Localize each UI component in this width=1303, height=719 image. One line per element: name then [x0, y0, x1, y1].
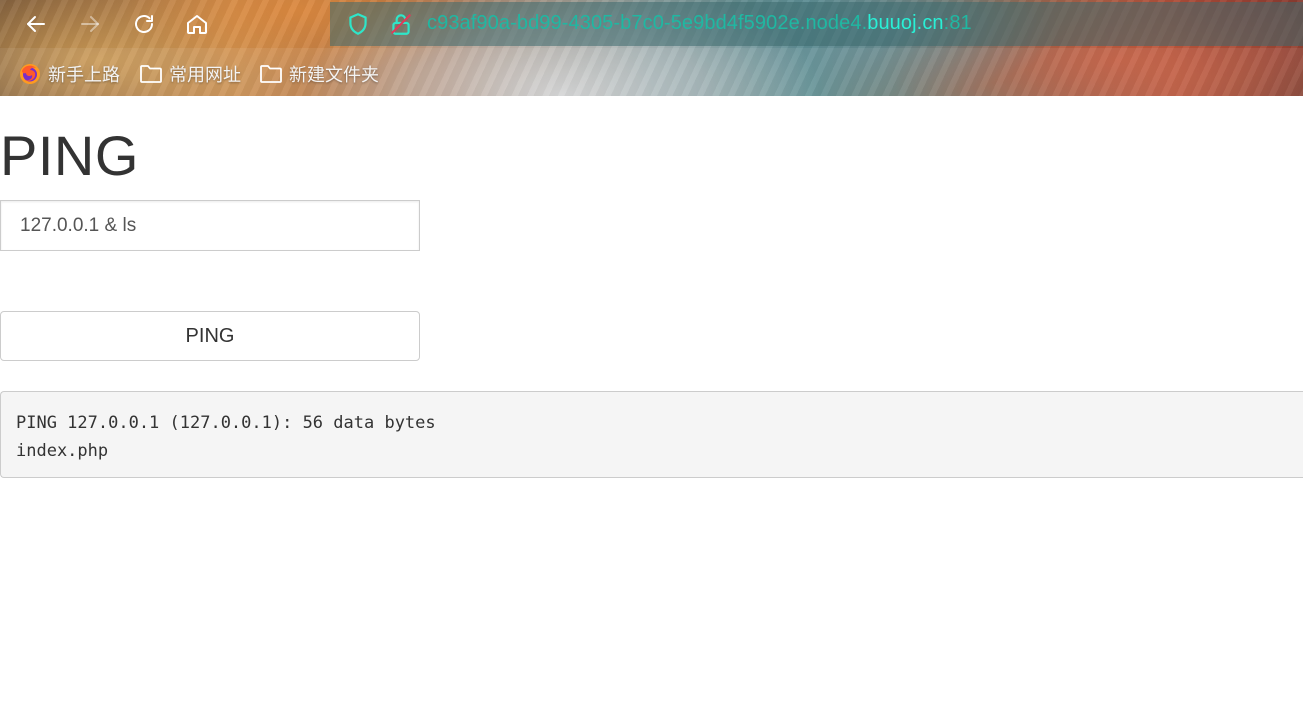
reload-button[interactable]	[127, 7, 161, 41]
url-prefix: c93af90a-bd99-4305-b7c0-5e9bd4f5902e.nod…	[427, 12, 868, 34]
bookmark-label: 新建文件夹	[289, 65, 379, 85]
arrow-right-icon	[81, 16, 99, 32]
browser-toolbar: c93af90a-bd99-4305-b7c0-5e9bd4f5902e.nod…	[0, 0, 1303, 96]
ping-output: PING 127.0.0.1 (127.0.0.1): 56 data byte…	[0, 391, 1303, 478]
reload-icon	[135, 15, 153, 33]
home-icon	[187, 15, 207, 34]
url-text[interactable]: c93af90a-bd99-4305-b7c0-5e9bd4f5902e.nod…	[427, 11, 972, 35]
bookmark-folder-common[interactable]: 常用网址	[139, 62, 241, 86]
output-line: index.php	[16, 441, 109, 461]
url-host: buuoj.cn	[867, 12, 944, 34]
forward-button[interactable]	[73, 7, 107, 41]
arrow-left-icon	[27, 16, 45, 32]
folder-icon	[260, 65, 282, 83]
bookmark-label: 新手上路	[48, 65, 120, 85]
bookmark-folder-new[interactable]: 新建文件夹	[259, 62, 379, 86]
insecure-lock-icon[interactable]	[388, 11, 414, 37]
folder-icon	[140, 65, 162, 83]
firefox-icon	[20, 64, 40, 84]
back-button[interactable]	[19, 7, 53, 41]
home-button[interactable]	[180, 7, 214, 41]
bookmark-getting-started[interactable]: 新手上路	[18, 62, 120, 86]
page-title: PING	[0, 124, 139, 187]
bookmark-label: 常用网址	[169, 65, 241, 85]
url-port: :81	[943, 12, 972, 34]
ping-button[interactable]: PING	[0, 311, 420, 361]
ip-input[interactable]	[0, 200, 420, 251]
tracking-protection-icon[interactable]	[345, 11, 371, 37]
output-line: PING 127.0.0.1 (127.0.0.1): 56 data byte…	[16, 413, 436, 433]
